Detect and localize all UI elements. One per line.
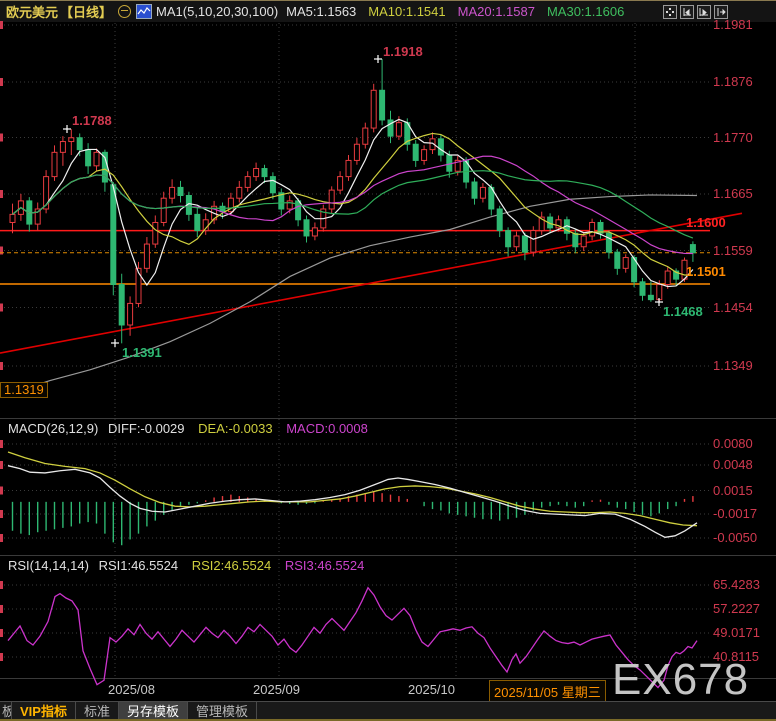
- price-axis-label: 1.1770: [713, 131, 753, 145]
- marked-price-label: 1.1319: [0, 382, 48, 398]
- macd-axis-label: 0.0015: [713, 484, 753, 498]
- price-axis-label: 1.1876: [713, 75, 753, 89]
- price-axis-label: 1.1454: [713, 301, 753, 315]
- rsi-axis-label: 49.0171: [713, 626, 760, 640]
- chart-stage[interactable]: EX678: [0, 0, 776, 721]
- macd-axis-label: -0.0050: [713, 531, 757, 545]
- rsi-header: RSI(14,14,14) RSI1:46.5524 RSI2:46.5524 …: [8, 558, 364, 573]
- rsi-axis-label: 57.2227: [713, 602, 760, 616]
- macd-header: MACD(26,12,9) DIFF:-0.0029 DEA:-0.0033 M…: [8, 421, 368, 436]
- price-annotation: 1.1918: [383, 45, 423, 58]
- month-label-aug: 2025/08: [108, 682, 155, 697]
- trading-app-window: EX678 欧元美元 【日线】 MA1(5,10,20,30,100) MA5:…: [0, 0, 776, 721]
- macd-axis-label: -0.0017: [713, 507, 757, 521]
- macd-axis-label: 0.0048: [713, 458, 753, 472]
- rsi3-value: RSI3:46.5524: [285, 558, 365, 573]
- price-axis-label: 1.1349: [713, 359, 753, 373]
- tab-save-template[interactable]: 另存模板: [119, 702, 188, 719]
- price-annotation: 1.1600: [686, 216, 726, 229]
- tab-vip-indicators[interactable]: VIP指标: [12, 702, 76, 719]
- rsi-axis-label: 65.4283: [713, 578, 760, 592]
- macd-dea-value: DEA:-0.0033: [198, 421, 272, 436]
- macd-diff-value: DIFF:-0.0029: [108, 421, 185, 436]
- price-axis-label: 1.1981: [713, 18, 753, 32]
- rsi2-value: RSI2:46.5524: [192, 558, 272, 573]
- watermark: EX678: [612, 655, 749, 705]
- tab-standard[interactable]: 标准: [76, 702, 119, 719]
- month-label-sep: 2025/09: [253, 682, 300, 697]
- price-annotation: 1.1391: [122, 346, 162, 359]
- rsi-name: RSI(14,14,14): [8, 558, 89, 573]
- price-annotation: 1.1788: [72, 114, 112, 127]
- current-date-badge: 2025/11/05 星期三: [489, 680, 606, 703]
- price-axis-label: 1.1559: [713, 244, 753, 258]
- tab-fragment[interactable]: 板: [0, 702, 12, 719]
- price-annotation: 1.1501: [686, 265, 726, 278]
- chart-canvas[interactable]: [0, 0, 776, 721]
- macd-axis-label: 0.0080: [713, 437, 753, 451]
- month-label-oct: 2025/10: [408, 682, 455, 697]
- price-axis-label: 1.1665: [713, 187, 753, 201]
- price-annotation: 1.1468: [663, 305, 703, 318]
- tab-manage-template[interactable]: 管理模板: [188, 702, 257, 719]
- macd-value: MACD:0.0008: [286, 421, 368, 436]
- rsi1-value: RSI1:46.5524: [99, 558, 179, 573]
- macd-name: MACD(26,12,9): [8, 421, 98, 436]
